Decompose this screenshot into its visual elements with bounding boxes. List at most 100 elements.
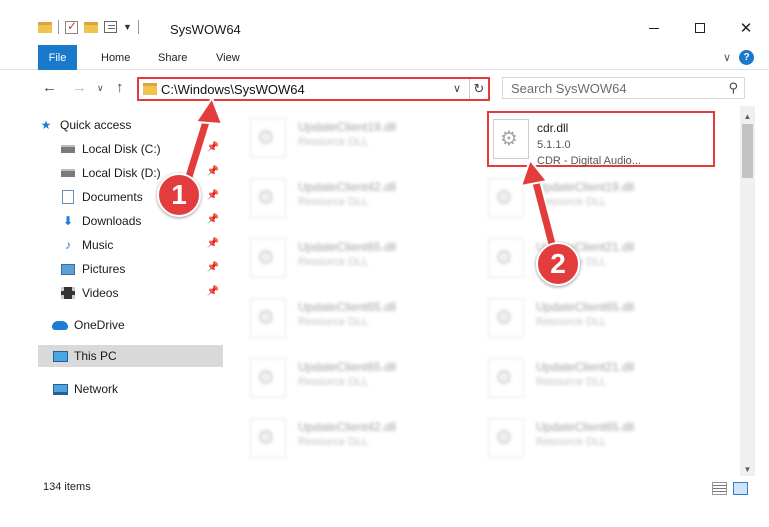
file-list: UpdateClient19.dll Resource DLL UpdateCl… <box>232 106 740 476</box>
file-description: Resource DLL <box>298 256 369 268</box>
list-item[interactable]: UpdateClient65.dll Resource DLL <box>470 290 698 346</box>
sidebar-item-local-disk-c[interactable]: Local Disk (C:) 📌 <box>38 138 223 160</box>
customize-icon[interactable] <box>104 21 117 33</box>
sidebar-item-music[interactable]: ♪ Music 📌 <box>38 234 223 256</box>
onedrive-icon <box>52 318 68 332</box>
search-input[interactable]: Search SysWOW64 <box>511 81 627 96</box>
pictures-icon <box>60 262 76 276</box>
folder-icon <box>143 83 157 95</box>
expand-ribbon-icon[interactable]: ∨ <box>723 51 731 64</box>
dll-file-icon <box>488 358 524 398</box>
step-1-badge: 1 <box>157 173 201 217</box>
dll-file-icon <box>488 178 524 218</box>
list-item[interactable]: UpdateClient19.dll Resource DLL <box>470 170 698 226</box>
sidebar-item-label: Quick access <box>60 118 132 132</box>
help-icon[interactable]: ? <box>739 50 754 65</box>
list-item[interactable]: UpdateClient65.dll Resource DLL <box>470 410 698 466</box>
new-folder-icon[interactable] <box>84 21 98 33</box>
maximize-button[interactable] <box>677 12 723 44</box>
sidebar-item-onedrive[interactable]: OneDrive <box>38 314 223 336</box>
tab-home[interactable]: Home <box>101 45 130 70</box>
vertical-scrollbar[interactable]: ▲ ▼ <box>740 106 755 476</box>
sidebar-item-this-pc[interactable]: This PC <box>38 345 223 367</box>
list-item[interactable]: UpdateClient19.dll Resource DLL <box>232 110 460 166</box>
dll-file-icon <box>250 118 286 158</box>
list-item[interactable]: UpdateClient65.dll Resource DLL <box>232 290 460 346</box>
search-box[interactable]: Search SysWOW64 ⚲ <box>502 77 745 99</box>
item-count: 134 items <box>43 481 91 493</box>
sidebar-item-downloads[interactable]: ⬇ Downloads 📌 <box>38 210 223 232</box>
refresh-icon[interactable]: ↻ <box>469 79 488 99</box>
sidebar-item-pictures[interactable]: Pictures 📌 <box>38 258 223 280</box>
file-description: Resource DLL <box>298 436 369 448</box>
minimize-button[interactable] <box>631 12 677 44</box>
status-bar: 134 items <box>0 477 769 499</box>
file-description: Resource DLL <box>298 376 369 388</box>
dll-file-icon <box>488 298 524 338</box>
file-name: UpdateClient21.dll <box>536 360 635 374</box>
file-name: UpdateClient65.dll <box>298 300 397 314</box>
tab-share[interactable]: Share <box>158 45 187 70</box>
up-arrow-icon[interactable]: ↑ <box>116 79 124 96</box>
dll-file-icon <box>488 238 524 278</box>
chevron-down-icon[interactable]: ▼ <box>123 22 132 32</box>
pin-icon[interactable]: 📌 <box>207 286 219 297</box>
pin-icon[interactable]: 📌 <box>207 262 219 273</box>
maximize-icon <box>695 23 705 33</box>
dll-file-icon <box>250 238 286 278</box>
details-view-icon[interactable] <box>712 482 727 495</box>
navigation-pane: ★ Quick access Local Disk (C:) 📌 Local D… <box>38 111 223 473</box>
search-icon[interactable]: ⚲ <box>728 80 738 96</box>
file-name: cdr.dll <box>537 121 569 135</box>
music-icon: ♪ <box>65 238 71 252</box>
file-name: UpdateClient65.dll <box>536 420 635 434</box>
sidebar-item-network[interactable]: Network <box>38 378 223 400</box>
pin-icon[interactable]: 📌 <box>207 190 219 201</box>
dll-file-icon <box>493 119 529 159</box>
sidebar-item-label: This PC <box>74 349 117 363</box>
close-button[interactable]: ✕ <box>723 12 769 44</box>
sidebar-item-label: OneDrive <box>74 318 125 332</box>
dll-file-icon <box>250 418 286 458</box>
address-path[interactable]: C:\Windows\SysWOW64 <box>161 82 305 97</box>
scroll-down-icon[interactable]: ▼ <box>740 462 755 476</box>
address-bar[interactable]: C:\Windows\SysWOW64 ∨ ↻ <box>137 77 490 101</box>
pin-icon[interactable]: 📌 <box>207 142 219 153</box>
recent-locations-chevron-icon[interactable]: ∨ <box>97 83 104 94</box>
sidebar-item-quick-access[interactable]: ★ Quick access <box>38 114 223 136</box>
list-item[interactable]: UpdateClient21.dll Resource DLL <box>470 230 698 286</box>
downloads-icon: ⬇ <box>62 214 74 228</box>
list-item[interactable]: UpdateClient65.dll Resource DLL <box>232 350 460 406</box>
back-arrow-icon[interactable]: ← <box>42 79 57 96</box>
large-icons-view-icon[interactable] <box>733 482 748 495</box>
pin-icon[interactable]: 📌 <box>207 166 219 177</box>
sidebar-item-videos[interactable]: Videos 📌 <box>38 282 223 304</box>
list-item[interactable]: UpdateClient21.dll Resource DLL <box>470 350 698 406</box>
file-description: Resource DLL <box>536 436 607 448</box>
scroll-up-icon[interactable]: ▲ <box>740 109 755 123</box>
list-item[interactable]: UpdateClient42.dll Resource DLL <box>232 410 460 466</box>
tab-view[interactable]: View <box>216 45 240 70</box>
highlighted-file-cdr-dll[interactable]: cdr.dll 5.1.1.0 CDR - Digital Audio... <box>487 111 715 167</box>
sidebar-item-label: Documents <box>82 190 143 204</box>
list-item[interactable]: UpdateClient42.dll Resource DLL <box>232 170 460 226</box>
file-version: 5.1.1.0 <box>537 139 571 151</box>
sidebar-item-label: Local Disk (D:) <box>82 166 161 180</box>
forward-arrow-icon[interactable]: → <box>72 79 87 96</box>
pin-icon[interactable]: 📌 <box>207 214 219 225</box>
file-description: Resource DLL <box>536 376 607 388</box>
scrollbar-thumb[interactable] <box>742 124 753 178</box>
sidebar-item-label: Pictures <box>82 262 126 276</box>
sidebar-item-label: Downloads <box>82 214 142 228</box>
file-description: Resource DLL <box>298 316 369 328</box>
navigation-bar: ← → ∨ ↑ C:\Windows\SysWOW64 ∨ ↻ Search S… <box>0 71 769 105</box>
sidebar-item-label: Network <box>74 382 119 396</box>
list-item[interactable]: UpdateClient65.dll Resource DLL <box>232 230 460 286</box>
tab-file[interactable]: File <box>38 45 77 70</box>
address-dropdown-icon[interactable]: ∨ <box>453 82 461 95</box>
title-bar: ▼ SysWOW64 ✕ <box>0 0 769 45</box>
drive-icon <box>60 166 76 180</box>
file-description: CDR - Digital Audio... <box>537 155 641 167</box>
pin-icon[interactable]: 📌 <box>207 238 219 249</box>
properties-check-icon[interactable] <box>65 19 78 34</box>
